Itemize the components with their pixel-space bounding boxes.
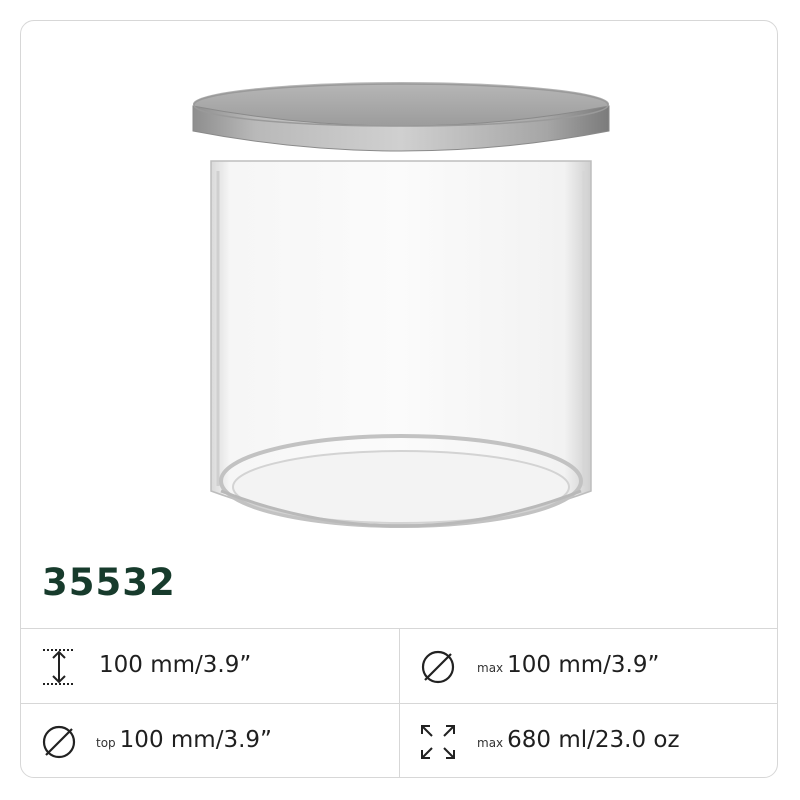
spec-value: 100 mm/3.9”	[507, 652, 660, 678]
spec-qualifier: max	[477, 736, 504, 750]
spec-max-diameter: max 100 mm/3.9”	[400, 629, 777, 704]
product-card: 35532 100 mm/3.9” max 100 mm/3.9” top 10…	[20, 20, 778, 778]
spec-height: 100 mm/3.9”	[21, 629, 400, 704]
spec-value: 680 ml/23.0 oz	[507, 727, 680, 753]
spec-qualifier: max	[477, 661, 504, 675]
glass-jar-illustration	[192, 82, 610, 528]
spec-value: 100 mm/3.9”	[99, 652, 252, 678]
spec-qualifier: top	[96, 736, 116, 750]
diameter-icon	[421, 650, 455, 684]
volume-icon	[421, 725, 455, 759]
spec-value: 100 mm/3.9”	[119, 727, 272, 753]
diameter-icon	[42, 725, 76, 759]
height-icon	[43, 649, 75, 685]
product-code: 35532	[42, 561, 176, 604]
spec-grid: 100 mm/3.9” max 100 mm/3.9” top 100 mm/3.9…	[21, 628, 777, 777]
spec-volume: max 680 ml/23.0 oz	[400, 704, 777, 777]
spec-top-diameter: top 100 mm/3.9”	[21, 704, 400, 777]
product-image	[21, 21, 777, 561]
